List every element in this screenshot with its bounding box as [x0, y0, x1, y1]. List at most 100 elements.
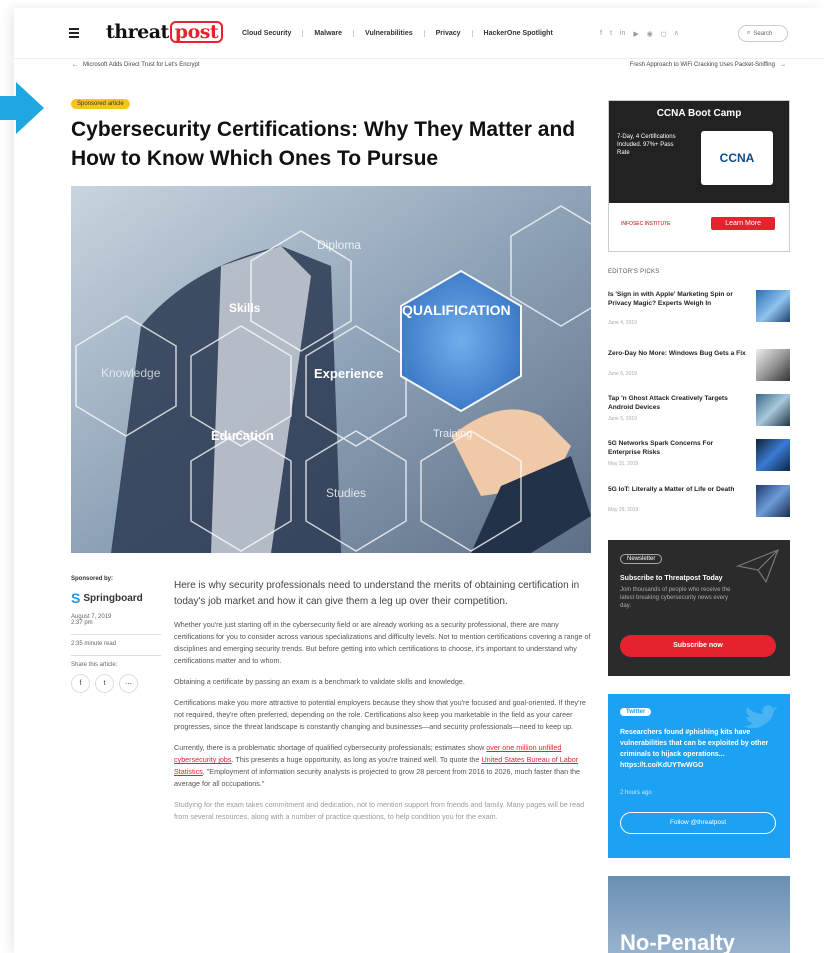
no-penalty-ad[interactable]: No-Penalty — [608, 876, 790, 953]
hero-label-experience: Experience — [314, 366, 384, 381]
article-time: 2:37 pm — [71, 620, 93, 626]
divider — [71, 655, 161, 656]
ad-text: 7-Day, 4 Certifications Included. 97%+ P… — [617, 134, 676, 156]
editors-pick-item[interactable]: Is 'Sign in with Apple' Marketing Spin o… — [608, 290, 790, 330]
paragraph: Certifications make you more attractive … — [174, 698, 586, 731]
tweet-time: 2 hours ago — [620, 790, 652, 796]
hero-label-diploma: Diploma — [317, 238, 362, 252]
article-pager: ← Microsoft Adds Direct Trust for Let's … — [14, 58, 824, 72]
ad-title: CCNA Boot Camp — [656, 108, 742, 119]
pick-thumbnail — [756, 290, 790, 322]
social-links: f t in ▶ ◉ ◻ ʌ — [600, 30, 678, 38]
paper-plane-icon — [736, 548, 780, 584]
pick-thumbnail — [756, 439, 790, 471]
search-icon: ⌕ — [747, 30, 751, 36]
subscribe-button[interactable]: Subscribe now — [620, 635, 776, 657]
nav-item-hackerone-spotlight[interactable]: HackerOne Spotlight — [473, 30, 564, 37]
article-lead: Here is why security professionals need … — [174, 580, 580, 607]
editors-pick-item[interactable]: Tap 'n Ghost Attack Creatively Targets A… — [608, 394, 790, 434]
pick-title: 5G IoT: Literally a Matter of Life or De… — [608, 486, 735, 493]
nav-item-cloud-security[interactable]: Cloud Security — [231, 30, 304, 37]
read-time: 2:35 minute read — [71, 641, 117, 647]
hero-label-knowledge: Knowledge — [101, 366, 161, 380]
twitter-tag: Twitter — [620, 708, 652, 716]
pick-title: Tap 'n Ghost Attack Creatively Targets A… — [608, 395, 728, 411]
newsletter-text: Join thousands of people who receive the… — [620, 587, 731, 609]
pick-title: 5G Networks Spark Concerns For Enterpris… — [608, 440, 714, 456]
paragraph: Studying for the exam takes commitment a… — [174, 800, 585, 821]
nav-item-vulnerabilities[interactable]: Vulnerabilities — [354, 30, 425, 37]
follow-button[interactable]: Follow @threatpost — [620, 812, 776, 834]
editors-picks-heading: EDITOR'S PICKS — [608, 269, 660, 275]
hero-label-training: Training — [433, 428, 473, 440]
prev-article-title: Microsoft Adds Direct Trust for Let's En… — [83, 62, 200, 68]
pick-title: Is 'Sign in with Apple' Marketing Spin o… — [608, 291, 733, 307]
facebook-icon[interactable]: f — [600, 30, 602, 38]
newsletter-title: Subscribe to Threatpost Today — [620, 575, 723, 582]
article-title: Cybersecurity Certifications: Why They M… — [71, 118, 576, 170]
nav-item-privacy[interactable]: Privacy — [425, 30, 473, 37]
editors-pick-item[interactable]: Zero-Day No More: Windows Bug Gets a Fix… — [608, 349, 790, 389]
pick-date: June 4, 2019 — [608, 320, 637, 326]
instagram-icon[interactable]: ◻ — [661, 30, 667, 38]
share-label: Share this article: — [71, 662, 118, 668]
springboard-icon: S — [71, 590, 81, 606]
ccna-logo: CCNA — [701, 131, 773, 185]
article-body: Here is why security professionals need … — [174, 578, 591, 832]
hero-label-skills: Skills — [229, 301, 261, 315]
search-button[interactable]: ⌕ Search — [738, 25, 788, 42]
nav-item-malware[interactable]: Malware — [303, 30, 355, 37]
twitter-icon[interactable]: t — [610, 30, 612, 38]
sponsored-by-label: Sponsored by: — [71, 576, 114, 582]
newsletter-box: Newsletter Subscribe to Threatpost Today… — [608, 540, 790, 676]
pick-title: Zero-Day No More: Windows Bug Gets a Fix — [608, 350, 746, 357]
sponsor-logo[interactable]: S Springboard — [71, 590, 161, 606]
search-label: Search — [753, 30, 773, 37]
ad-brand: INFOSEC INSTITUTE — [621, 221, 671, 227]
tweet-text: Researchers found #phishing kits have vu… — [620, 729, 769, 769]
editors-pick-item[interactable]: 5G IoT: Literally a Matter of Life or De… — [608, 485, 790, 525]
divider — [71, 634, 161, 635]
pick-thumbnail — [756, 349, 790, 381]
prev-article-link[interactable]: ← Microsoft Adds Direct Trust for Let's … — [72, 62, 200, 68]
share-buttons: f t ⋯ — [71, 674, 161, 693]
hero-label-studies: Studies — [326, 486, 367, 500]
share-more-icon[interactable]: ⋯ — [119, 674, 138, 693]
paragraph: Currently, there is a problematic shorta… — [174, 743, 581, 788]
paragraph: Obtaining a certificate by passing an ex… — [174, 677, 465, 686]
linkedin-icon[interactable]: in — [620, 30, 625, 38]
learn-more-button[interactable]: Learn More — [711, 217, 775, 230]
share-facebook-icon[interactable]: f — [71, 674, 90, 693]
pointer-arrow-icon — [0, 82, 44, 134]
hero-image: Diploma Skills QUALIFICATION Knowledge E… — [71, 186, 591, 553]
ad-footer: INFOSEC INSTITUTE Learn More — [609, 203, 789, 251]
sponsored-badge: Sponsored article — [71, 99, 130, 109]
page: threat post Cloud Security Malware Vulner… — [14, 8, 824, 953]
pick-thumbnail — [756, 485, 790, 517]
pick-thumbnail — [756, 394, 790, 426]
pick-date: June 6, 2019 — [608, 371, 637, 377]
next-article-link[interactable]: Fresh Approach to WiFi Cracking Uses Pac… — [630, 62, 786, 68]
x-icon[interactable]: ʌ — [675, 30, 679, 38]
hero-label-education: Education — [211, 428, 274, 443]
pick-date: May 29, 2019 — [608, 507, 639, 513]
logo-post-box: post — [169, 21, 224, 43]
editors-pick-item[interactable]: 5G Networks Spark Concerns For Enterpris… — [608, 439, 790, 479]
next-article-title: Fresh Approach to WiFi Cracking Uses Pac… — [629, 62, 775, 68]
twitter-box: Twitter Researchers found #phishing kits… — [608, 694, 790, 858]
hamburger-menu-icon[interactable] — [69, 28, 79, 38]
youtube-icon[interactable]: ▶ — [633, 30, 638, 38]
ad2-text: No-Penalty — [620, 930, 735, 953]
pick-date: May 31, 2019 — [608, 461, 639, 467]
article-meta: Sponsored by: S Springboard August 7, 201… — [71, 576, 161, 693]
ad-banner: CCNA Boot Camp 7-Day, 4 Certifications I… — [609, 101, 789, 203]
rss-icon[interactable]: ◉ — [647, 30, 653, 38]
hero-label-qualification: QUALIFICATION — [402, 302, 511, 318]
pick-date: June 5, 2019 — [608, 416, 637, 422]
share-twitter-icon[interactable]: t — [95, 674, 114, 693]
logo-text: threat — [106, 21, 169, 43]
ccna-ad[interactable]: CCNA Boot Camp 7-Day, 4 Certifications I… — [608, 100, 790, 252]
sponsor-name: Springboard — [83, 592, 143, 604]
newsletter-tag: Newsletter — [620, 554, 663, 564]
site-logo[interactable]: threat post — [106, 21, 224, 43]
